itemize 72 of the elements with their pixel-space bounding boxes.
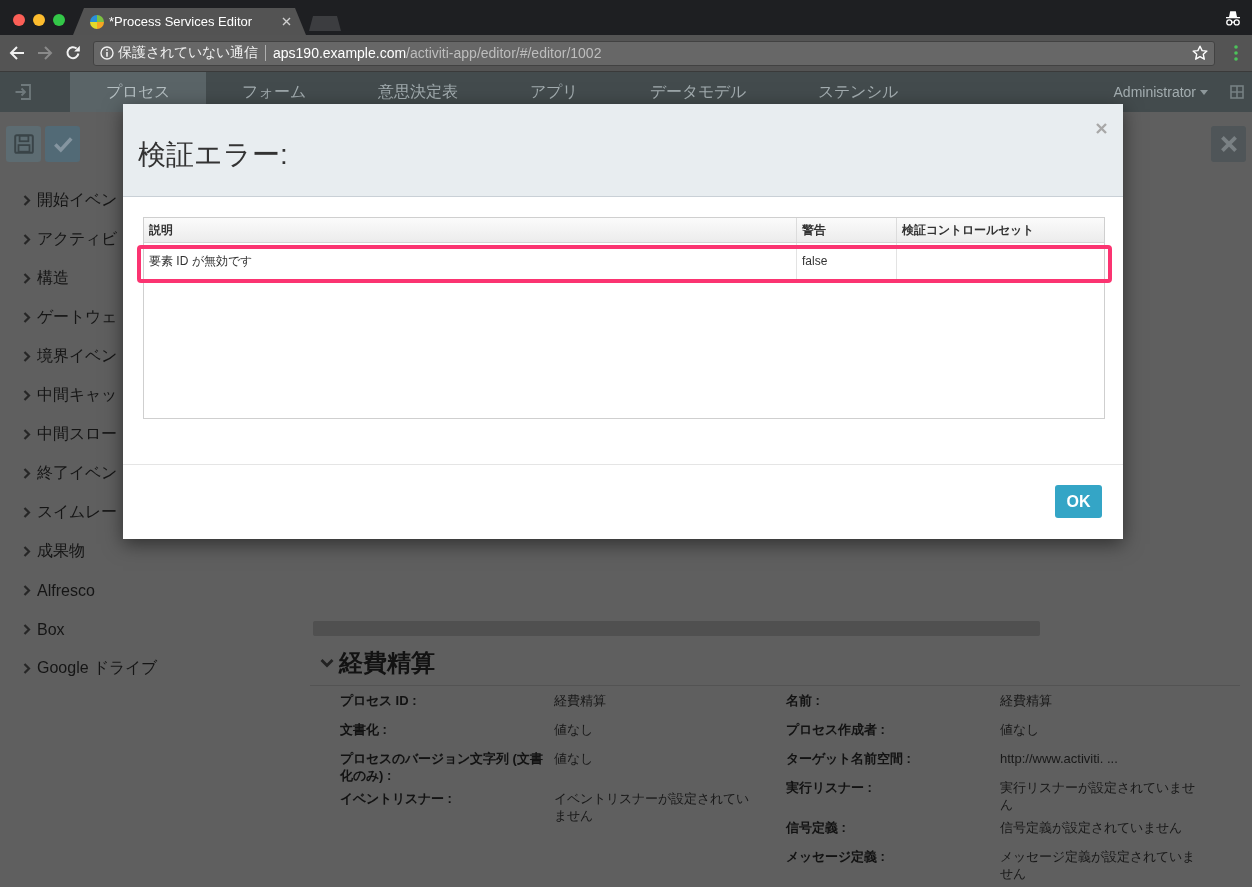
palette-group[interactable]: 成果物	[0, 532, 87, 571]
palette-group[interactable]: Google ドライブ	[0, 649, 160, 688]
field-label: メッセージ定義 :	[786, 848, 886, 866]
field-label: 信号定義 :	[786, 819, 847, 837]
nav-tab[interactable]: 意思決定表	[342, 72, 494, 112]
info-icon	[100, 46, 114, 60]
field-label: イベントリスナー :	[340, 790, 453, 808]
close-editor-button[interactable]	[1211, 126, 1246, 162]
nav-tab[interactable]: ステンシル	[782, 72, 934, 112]
nav-tab[interactable]: フォーム	[206, 72, 342, 112]
bookmark-button[interactable]	[1192, 45, 1208, 61]
right-arrow-icon	[37, 45, 53, 61]
user-menu-button[interactable]: Administrator	[1113, 72, 1208, 112]
field-label: プロセスのバージョン文字列 (文書化のみ) :	[340, 750, 544, 784]
tab-close-icon[interactable]	[282, 17, 291, 26]
field-label: ターゲット名前空間 :	[786, 750, 912, 768]
save-button[interactable]	[6, 126, 41, 162]
palette-group[interactable]: 構造	[0, 259, 71, 298]
browser-tab[interactable]: *Process Services Editor	[73, 8, 306, 35]
back-button[interactable]	[8, 44, 26, 62]
palette-group[interactable]: 中間キャッ	[0, 376, 119, 415]
field-label: 名前 :	[786, 692, 821, 710]
vertical-dots-icon	[1234, 45, 1238, 61]
column-header: 検証コントロールセット	[901, 222, 1035, 239]
column-header: 説明	[144, 218, 797, 242]
table-cell: false	[797, 243, 897, 279]
palette-group[interactable]: 開始イベン	[0, 181, 119, 220]
field-value[interactable]: 値なし	[1000, 721, 1200, 744]
reload-icon	[65, 45, 81, 61]
palette-group[interactable]: Box	[0, 610, 67, 649]
nav-tab[interactable]: アプリ	[494, 72, 614, 112]
close-window-button[interactable]	[13, 14, 25, 26]
sign-in-icon	[14, 83, 32, 101]
validate-button[interactable]	[45, 126, 80, 162]
field-value[interactable]: http://www.activiti. ...	[1000, 750, 1200, 773]
palette-group[interactable]: 終了イベン	[0, 454, 119, 493]
palette-group[interactable]: 境界イベン	[0, 337, 119, 376]
field-value[interactable]: 経費精算	[1000, 692, 1200, 715]
pinwheel-icon	[90, 14, 104, 29]
field-value[interactable]: 経費精算	[554, 692, 754, 715]
palette-group[interactable]: ゲートウェ	[0, 298, 119, 337]
left-arrow-icon	[9, 45, 25, 61]
field-value[interactable]: 信号定義が設定されていません	[1000, 819, 1200, 842]
field-label: プロセス作成者 :	[786, 721, 886, 739]
minimize-window-button[interactable]	[33, 14, 45, 26]
url-text: aps190.example.com/activiti-app/editor/#/editor/1002	[273, 45, 602, 61]
dialog-title: 検証エラー:	[138, 138, 288, 172]
close-icon	[1095, 122, 1107, 134]
field-value[interactable]: 値なし	[554, 750, 754, 784]
hat-and-glasses-icon	[1224, 9, 1242, 26]
reload-button[interactable]	[64, 44, 82, 62]
star-icon	[1192, 45, 1208, 61]
palette-group[interactable]: Alfresco	[0, 571, 97, 610]
palette-group[interactable]: 中間スロー	[0, 415, 119, 454]
close-button[interactable]	[1094, 121, 1108, 135]
security-label: 保護されていない通信	[118, 44, 258, 62]
palette-group[interactable]: スイムレー	[0, 493, 119, 532]
column-header: 警告	[797, 218, 897, 242]
maximize-window-button[interactable]	[53, 14, 65, 26]
nav-tab[interactable]: データモデル	[614, 72, 782, 112]
palette-group[interactable]: アクティビ	[0, 220, 119, 259]
table-cell: 要素 ID が無効です	[144, 243, 797, 279]
ok-button[interactable]: OK	[1055, 485, 1102, 518]
address-field[interactable]: 保護されていない通信 aps190.example.com/activiti-app/editor/#/editor/1002	[93, 40, 1215, 66]
field-label: プロセス ID :	[340, 692, 418, 710]
properties-title: 経費精算	[339, 647, 435, 678]
caret-down-icon	[1200, 89, 1208, 95]
field-label: 実行リスナー :	[786, 779, 873, 797]
field-value[interactable]: 値なし	[554, 721, 754, 744]
new-tab-button[interactable]	[309, 16, 341, 31]
grid-icon[interactable]	[1230, 85, 1244, 99]
field-label: 文書化 :	[340, 721, 388, 739]
